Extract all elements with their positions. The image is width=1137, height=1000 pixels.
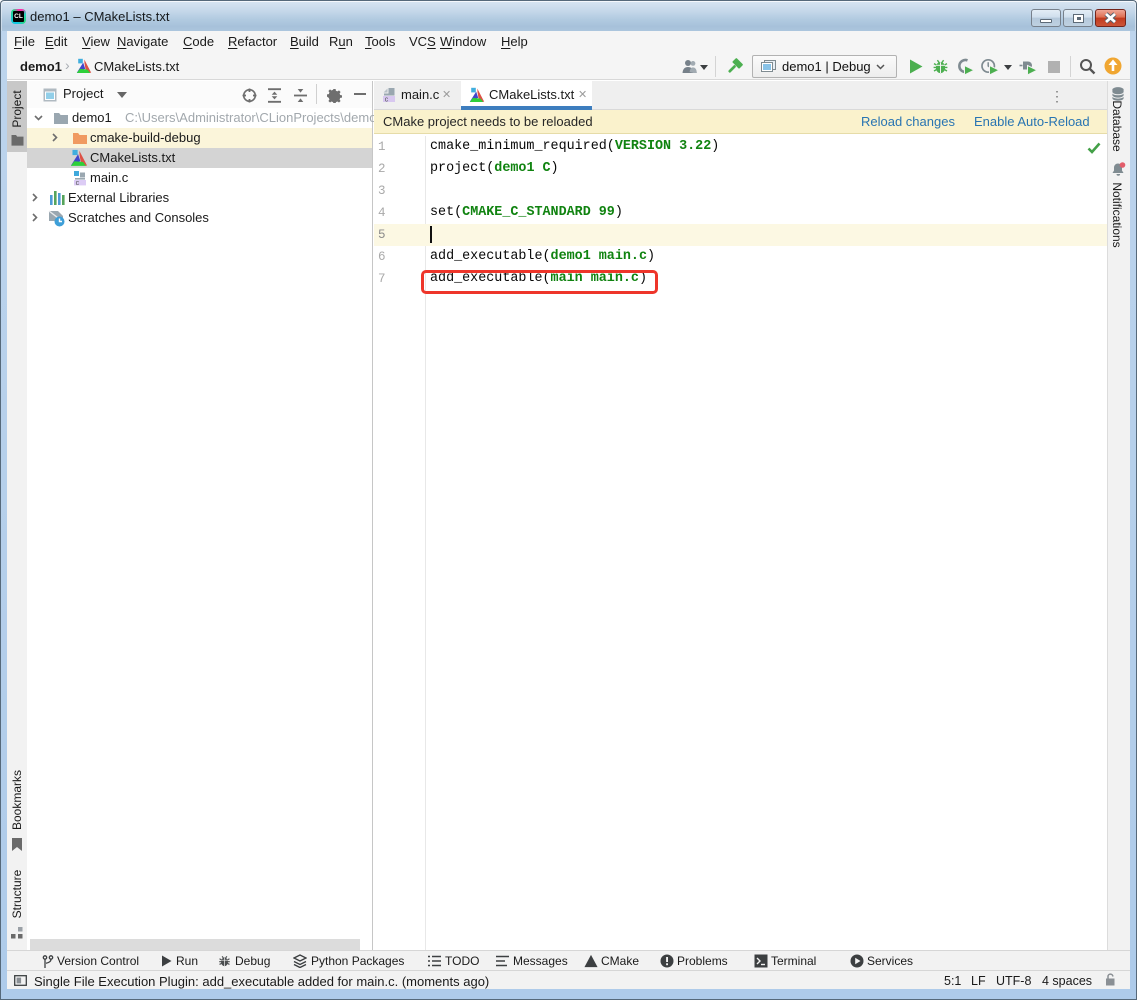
svg-text:c: c	[385, 96, 389, 103]
svg-text:c: c	[76, 180, 80, 186]
